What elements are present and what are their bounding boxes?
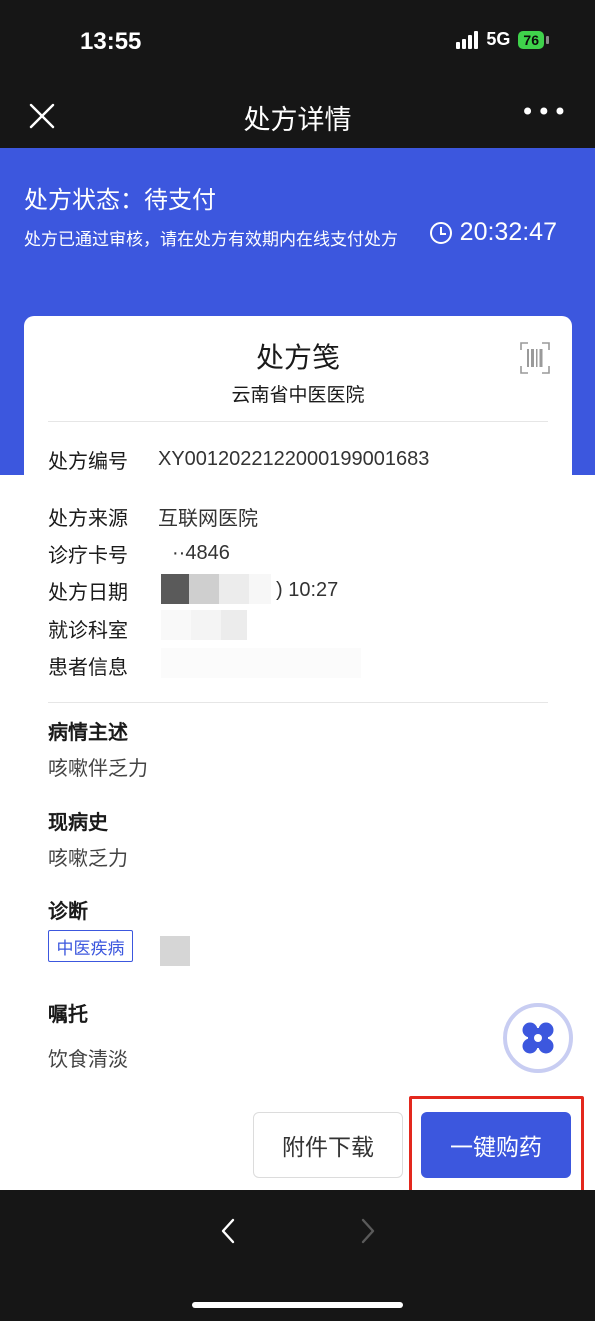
card-no-label: 诊疗卡号 xyxy=(48,543,128,567)
redacted-block xyxy=(161,610,191,640)
page-title: 处方详情 xyxy=(243,105,352,136)
action-bar: 附件下载 一键购药 xyxy=(0,1098,595,1190)
prescription-card: 处方笺 云南省中医医院 处方编号 XY001202212200019900168… xyxy=(24,316,572,1116)
hospital-name: 云南省中医医院 xyxy=(231,384,365,406)
status-time: 13:55 xyxy=(80,28,142,55)
source-value: 互联网医院 xyxy=(158,508,258,530)
forward-arrow-icon[interactable] xyxy=(354,1214,382,1248)
rx-number-label: 处方编号 xyxy=(48,449,128,473)
barcode-icon[interactable] xyxy=(520,342,550,374)
history-text: 咳嗽乏力 xyxy=(48,846,128,870)
redacted-block xyxy=(189,574,219,604)
prescription-status: 处方状态：待支付 xyxy=(24,186,216,214)
buy-medicine-button[interactable]: 一键购药 xyxy=(421,1112,571,1178)
source-label: 处方来源 xyxy=(48,506,128,530)
complaint-text: 咳嗽伴乏力 xyxy=(48,756,148,780)
clock-icon xyxy=(429,221,452,244)
countdown-time: 20:32:47 xyxy=(459,218,557,246)
more-icon[interactable]: ••• xyxy=(521,98,569,126)
card-title: 处方笺 xyxy=(255,341,340,374)
rx-number-value: XY0012022122000199001683 xyxy=(158,448,430,470)
back-arrow-icon[interactable] xyxy=(214,1214,242,1248)
nav-bar: 处方详情 ••• xyxy=(0,84,595,148)
redacted-block xyxy=(191,610,221,640)
history-title: 现病史 xyxy=(48,810,108,834)
dept-row: 就诊科室 xyxy=(48,614,158,643)
network-type: 5G xyxy=(486,29,511,49)
complaint-title: 病情主述 xyxy=(48,720,128,744)
battery-icon: 76 xyxy=(518,30,544,49)
grid-icon xyxy=(522,1022,554,1054)
home-indicator[interactable] xyxy=(192,1302,403,1308)
redacted-block xyxy=(161,574,189,604)
patient-label: 患者信息 xyxy=(48,655,128,679)
advice-text: 饮食清淡 xyxy=(48,1047,128,1071)
floating-menu-button[interactable] xyxy=(503,1003,573,1073)
diagnosis-tag: 中医疾病 xyxy=(48,930,133,962)
card-no-row: 诊疗卡号 ··4846 xyxy=(48,539,230,568)
rx-number-row: 处方编号 XY0012022122000199001683 xyxy=(48,445,429,474)
card-no-value: ··4846 xyxy=(172,542,230,564)
divider xyxy=(48,421,548,422)
status-description: 处方已通过审核，请在处方有效期内在线支付处方 xyxy=(24,230,398,250)
redacted-block xyxy=(221,610,247,640)
countdown: 20:32:47 xyxy=(429,218,557,247)
status-bar: 13:55 5G 76 xyxy=(0,0,595,84)
download-attachment-button[interactable]: 附件下载 xyxy=(253,1112,403,1178)
patient-row: 患者信息 xyxy=(48,651,158,680)
status-indicators: 5G 76 xyxy=(456,29,549,50)
source-row: 处方来源 互联网医院 xyxy=(48,502,258,531)
signal-icon xyxy=(456,30,479,49)
battery-nub xyxy=(546,35,549,44)
redacted-block xyxy=(160,936,190,966)
date-value: ) 10:27 xyxy=(276,579,339,601)
redacted-block xyxy=(249,574,271,604)
diagnosis-title: 诊断 xyxy=(48,899,88,923)
advice-title: 嘱托 xyxy=(48,1002,88,1026)
bottom-nav-bar xyxy=(0,1190,595,1321)
date-label: 处方日期 xyxy=(48,580,128,604)
redacted-block xyxy=(161,648,361,678)
redacted-block xyxy=(219,574,249,604)
divider xyxy=(48,702,548,703)
dept-label: 就诊科室 xyxy=(48,618,128,642)
